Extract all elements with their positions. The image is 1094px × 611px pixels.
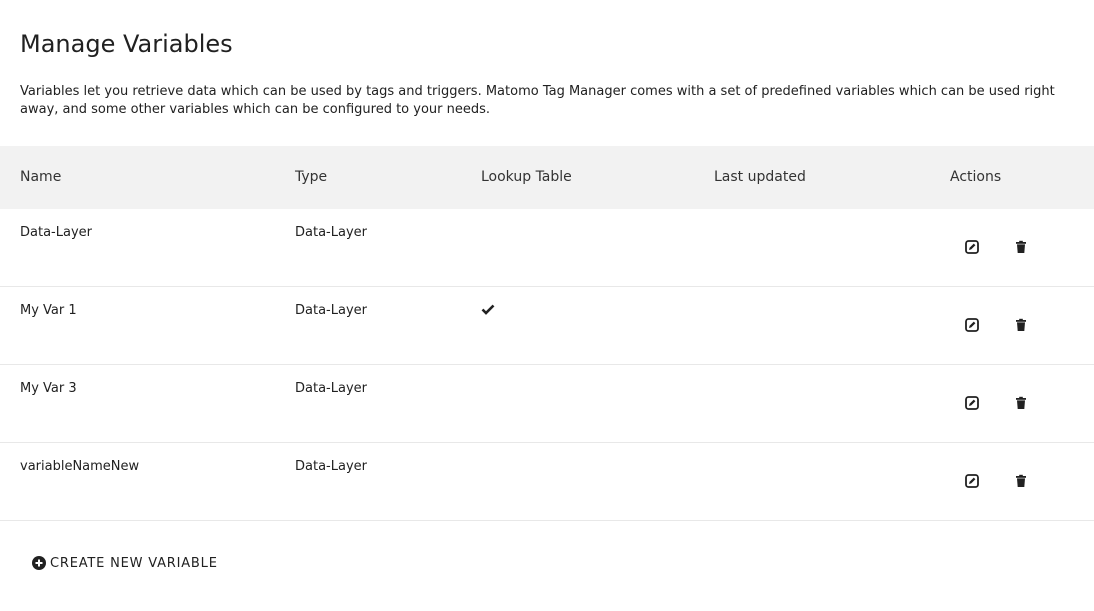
create-new-variable-label: CREATE NEW VARIABLE <box>50 555 218 571</box>
variable-name: Data-Layer <box>20 225 92 240</box>
edit-icon[interactable] <box>964 239 980 255</box>
table-row: Data-Layer Data-Layer <box>0 209 1094 287</box>
variable-type: Data-Layer <box>295 225 367 240</box>
header-name: Name <box>20 169 62 185</box>
trash-icon[interactable] <box>1013 317 1029 333</box>
variable-type: Data-Layer <box>295 381 367 396</box>
checkmark-icon <box>481 301 495 315</box>
plus-circle-icon <box>32 556 46 570</box>
page-description: Variables let you retrieve data which ca… <box>20 84 1055 117</box>
variable-type: Data-Layer <box>295 303 367 318</box>
page-title: Manage Variables <box>20 30 233 58</box>
table-body: Data-Layer Data-Layer My Var 1 Data-Layer My… <box>0 209 1094 521</box>
table-row: My Var 3 Data-Layer <box>0 365 1094 443</box>
variable-name: My Var 3 <box>20 381 77 396</box>
table-header: Name Type Lookup Table Last updated Acti… <box>0 146 1094 209</box>
header-lookup-table: Lookup Table <box>481 169 572 185</box>
edit-icon[interactable] <box>964 317 980 333</box>
edit-icon[interactable] <box>964 395 980 411</box>
edit-icon[interactable] <box>964 473 980 489</box>
manage-variables-card: Manage Variables Variables let you retri… <box>0 0 1094 611</box>
variable-name: My Var 1 <box>20 303 77 318</box>
table-row: variableNameNew Data-Layer <box>0 443 1094 521</box>
trash-icon[interactable] <box>1013 239 1029 255</box>
create-new-variable-button[interactable]: CREATE NEW VARIABLE <box>32 554 218 572</box>
header-last-updated: Last updated <box>714 169 806 185</box>
variable-type: Data-Layer <box>295 459 367 474</box>
variables-table: Name Type Lookup Table Last updated Acti… <box>0 146 1094 521</box>
table-row: My Var 1 Data-Layer <box>0 287 1094 365</box>
variable-name: variableNameNew <box>20 459 140 474</box>
trash-icon[interactable] <box>1013 473 1029 489</box>
trash-icon[interactable] <box>1013 395 1029 411</box>
header-actions: Actions <box>950 169 1002 185</box>
header-type: Type <box>295 169 328 185</box>
